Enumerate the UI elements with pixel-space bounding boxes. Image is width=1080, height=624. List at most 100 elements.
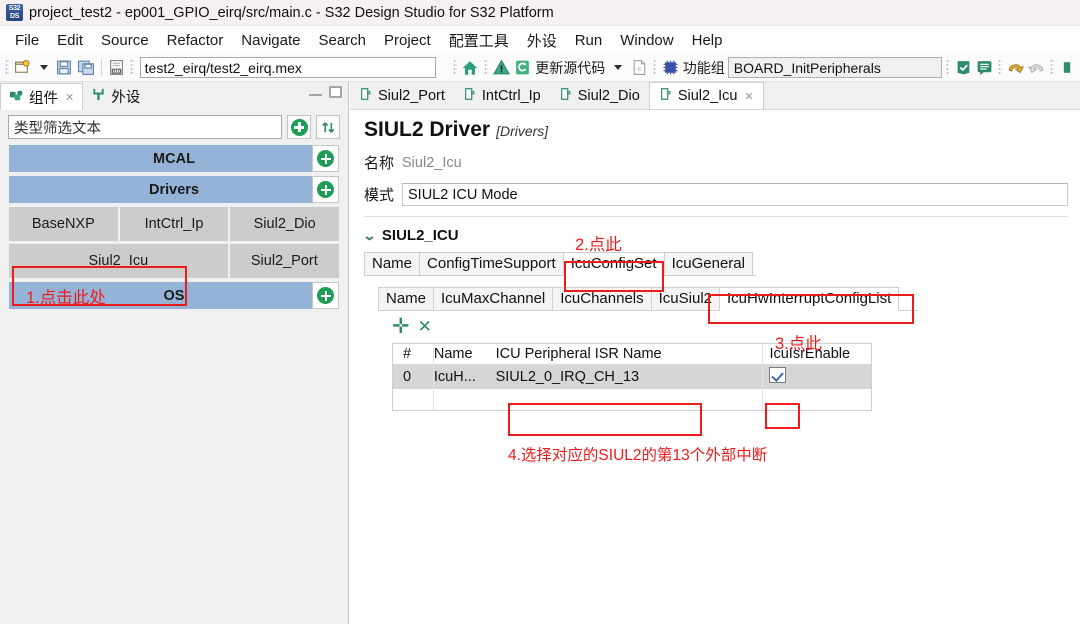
toolbar-grip-7[interactable] [997, 59, 1002, 76]
redo-icon[interactable] [1027, 57, 1046, 78]
tab-siul2-dio[interactable]: Siul2_Dio [550, 82, 649, 109]
maximize-icon[interactable] [329, 86, 342, 98]
tab-intctrl-ip[interactable]: IntCtrl_Ip [454, 82, 550, 109]
component-siul2-dio[interactable]: Siul2_Dio [230, 207, 340, 241]
toolbar-grip-8[interactable] [1050, 59, 1054, 76]
tab-siul2-icu[interactable]: Siul2_Icu ✕ [648, 82, 764, 109]
problems-icon[interactable] [975, 57, 994, 78]
left-panel-tabs: 组件 ✕ 外设 [0, 82, 348, 110]
menu-window[interactable]: Window [611, 30, 682, 51]
delete-x-icon[interactable]: ✕ [418, 318, 432, 335]
component-siul2-port[interactable]: Siul2_Port [229, 244, 339, 278]
cell-isr-name[interactable]: SIUL2_0_IRQ_CH_13 [496, 369, 763, 385]
group-add-mcal[interactable] [312, 145, 339, 172]
plus-icon[interactable]: ✛ [392, 316, 410, 337]
tab-icuconfigset[interactable]: IcuConfigSet [562, 252, 664, 276]
group-label-mcal: MCAL [153, 150, 195, 167]
table-row[interactable]: 0 IcuH... SIUL2_0_IRQ_CH_13 [393, 365, 871, 389]
minimize-icon[interactable] [309, 86, 322, 96]
menu-peripherals[interactable]: 外设 [518, 28, 566, 53]
group-add-drivers[interactable] [312, 176, 339, 203]
annotation-text-step1: 1.点击此处 [26, 289, 106, 307]
tab-icuchannels[interactable]: IcuChannels [552, 287, 651, 310]
chip-icon[interactable] [660, 57, 679, 78]
driver-form: SIUL2 Driver [Drivers] 名称 Siul2_Icu 模式 S… [350, 110, 1080, 624]
toolbar-grip[interactable] [5, 59, 9, 76]
add-circle-icon [317, 287, 334, 304]
add-circle-icon [290, 118, 308, 136]
tab-icugeneral[interactable]: IcuGeneral [663, 252, 753, 275]
add-component-button[interactable] [287, 115, 311, 139]
menu-run[interactable]: Run [566, 30, 612, 51]
warning-icon[interactable] [492, 57, 511, 78]
chevron-down-icon-2[interactable] [608, 57, 627, 78]
menu-search[interactable]: Search [309, 30, 375, 51]
component-basenxp[interactable]: BaseNXP [9, 207, 118, 241]
s32ds-icon: S32 DS [6, 4, 23, 21]
section-siul2-icu[interactable]: ⌄ SIUL2_ICU [362, 227, 1068, 244]
section-title: SIUL2_ICU [381, 227, 459, 244]
toolbar-grip-5[interactable] [652, 59, 657, 76]
menu-project[interactable]: Project [375, 30, 440, 51]
chevron-down-icon[interactable] [34, 57, 53, 78]
validate-icon[interactable] [953, 57, 972, 78]
new-file-icon[interactable] [13, 57, 32, 78]
tab-configtimesupport[interactable]: ConfigTimeSupport [419, 252, 563, 275]
driver-scope-text: [Drivers] [496, 123, 549, 139]
undo-icon[interactable] [1006, 57, 1025, 78]
annotation-text-step4: 4.选择对应的SIUL2的第13个外部中断 [508, 447, 768, 464]
menu-source[interactable]: Source [92, 30, 158, 51]
binary-file-icon[interactable]: 010 [107, 57, 126, 78]
isr-enable-checkbox[interactable] [769, 367, 787, 383]
toolbar-grip-3[interactable] [453, 59, 457, 76]
home-icon[interactable] [461, 57, 480, 78]
menu-file[interactable]: File [6, 30, 48, 51]
tab-icumaxchannel[interactable]: IcuMaxChannel [433, 287, 553, 310]
workbench-body: 组件 ✕ 外设 类型筛选文本 MCAL Drivers BaseNXP IntC… [0, 82, 1080, 624]
toolbar-grip-2[interactable] [130, 59, 134, 76]
tab-name[interactable]: Name [364, 252, 420, 275]
tab-icusiul2[interactable]: IcuSiul2 [650, 287, 720, 310]
function-group-field[interactable]: BOARD_InitPeripherals [727, 57, 942, 78]
mode-select[interactable]: SIUL2 ICU Mode [402, 183, 1068, 206]
peripherals-icon [91, 87, 106, 106]
tab-intctrl-ip-label: IntCtrl_Ip [481, 87, 541, 104]
main-toolbar: 010 test2_eirq/test2_eirq.mex 更新源代码 c 功能… [0, 54, 1080, 82]
component-siul2-icu[interactable]: Siul2_Icu [9, 244, 228, 278]
menu-edit[interactable]: Edit [48, 30, 92, 51]
tab-components[interactable]: 组件 ✕ [0, 83, 84, 110]
sort-button[interactable] [316, 115, 340, 139]
mex-path-field[interactable]: test2_eirq/test2_eirq.mex [139, 57, 437, 78]
menu-help[interactable]: Help [683, 30, 732, 51]
tab-name-2[interactable]: Name [378, 287, 434, 310]
group-add-os[interactable] [312, 282, 339, 309]
cell-isr-enable[interactable] [763, 367, 871, 387]
toolbar-grip-4[interactable] [484, 59, 488, 76]
group-header-drivers[interactable]: Drivers [9, 176, 339, 203]
group-label-os: OS [163, 287, 185, 304]
update-source-label[interactable]: 更新源代码 [534, 58, 606, 78]
menu-refactor[interactable]: Refactor [158, 30, 233, 51]
component-intctrl-ip[interactable]: IntCtrl_Ip [119, 207, 229, 241]
col-index: # [403, 346, 412, 362]
tab-siul2-port[interactable]: Siul2_Port [350, 82, 454, 109]
save-all-icon[interactable] [77, 57, 96, 78]
close-icon[interactable]: ✕ [744, 90, 753, 103]
menu-config-tools[interactable]: 配置工具 [440, 28, 518, 53]
title-bar: S32 DS project_test2 - ep001_GPIO_eirq/sr… [0, 0, 1080, 26]
update-source-icon[interactable] [513, 57, 532, 78]
save-icon[interactable] [55, 57, 74, 78]
group-header-mcal[interactable]: MCAL [9, 145, 339, 172]
extra-icon[interactable] [1058, 57, 1077, 78]
close-icon[interactable]: ✕ [65, 91, 74, 104]
tab-peripherals[interactable]: 外设 [83, 83, 148, 110]
filter-input[interactable]: 类型筛选文本 [8, 115, 282, 139]
chevron-down-icon[interactable]: ⌄ [362, 228, 376, 244]
tab-icuhwinterruptconfiglist[interactable]: IcuHwInterruptConfigList [719, 287, 900, 311]
toolbar-grip-6[interactable] [945, 59, 950, 76]
menu-navigate[interactable]: Navigate [232, 30, 309, 51]
document-icon[interactable]: c [630, 57, 649, 78]
col-name: Name [433, 346, 473, 362]
editor-tabs: Siul2_Port IntCtrl_Ip Siul2_Dio Siul2_Ic… [350, 82, 1080, 110]
add-circle-icon [317, 150, 334, 167]
